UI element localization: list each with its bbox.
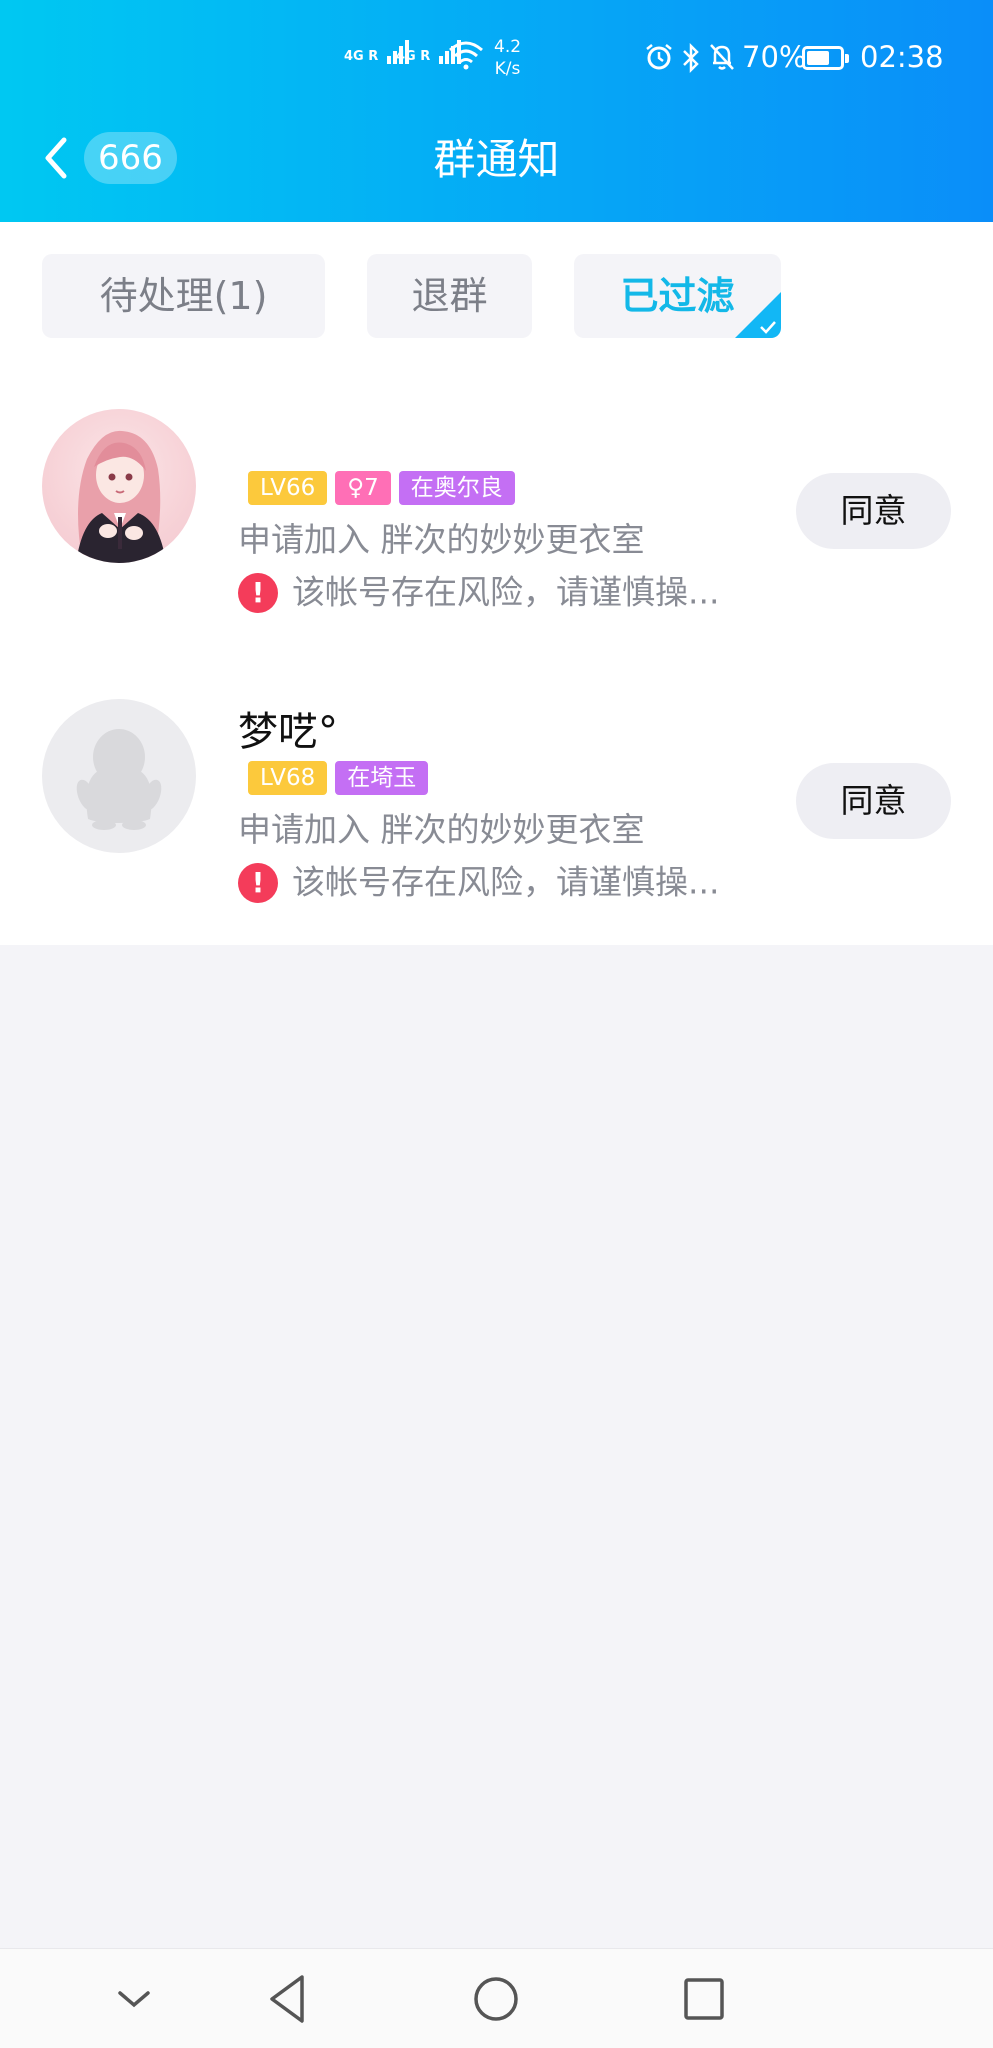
tab-pending-label: 待处理(1) (99, 274, 268, 318)
battery-icon (802, 46, 849, 70)
warning-exclamation-icon: ! (238, 862, 278, 903)
bluetooth-icon (683, 42, 699, 74)
risk-warning: ! 该帐号存在风险，请谨慎操... (238, 859, 719, 903)
gender-age-tag: ♀7 (335, 471, 391, 505)
requester-name: 梦呓° (238, 709, 338, 755)
request-list: LV66 ♀7 在奥尔良 申请加入 胖次的妙妙更衣室 ! 该帐号存在风险，请谨慎操..… (0, 367, 993, 945)
risk-warning-text: 该帐号存在风险，请谨慎操... (292, 572, 720, 612)
status-bar: 4G R 4G R 4.2 K/s 70% 02:38 (0, 0, 993, 116)
list-item[interactable]: 梦呓° LV68 在埼玉 申请加入 胖次的妙妙更衣室 ! 该帐号存在风险，请谨慎操.… (0, 657, 993, 947)
wifi-icon (449, 41, 483, 70)
location-tag: 在埼玉 (335, 761, 429, 795)
female-icon: ♀ (347, 475, 365, 501)
risk-warning: ! 该帐号存在风险，请谨慎操... (238, 569, 719, 613)
tag-row: LV68 在埼玉 (248, 761, 436, 795)
mute-bell-icon (710, 44, 734, 70)
net-speed-unit: K/s (494, 59, 521, 79)
battery-percent: 70% (742, 40, 807, 74)
tab-left-group-label: 退群 (411, 274, 488, 318)
header-bar: 4G R 4G R 4.2 K/s 70% 02:38 666 群通知 (0, 0, 993, 222)
agree-button[interactable]: 同意 (796, 473, 951, 549)
list-item[interactable]: LV66 ♀7 在奥尔良 申请加入 胖次的妙妙更衣室 ! 该帐号存在风险，请谨慎操..… (0, 367, 993, 657)
apply-text: 申请加入 胖次的妙妙更衣室 (238, 810, 645, 849)
net-speed: 4.2 K/s (494, 36, 521, 80)
tab-left-group[interactable]: 退群 (367, 254, 532, 338)
signal-1-label: 4G R (344, 49, 379, 64)
default-penguin-avatar-icon (76, 729, 162, 830)
avatar[interactable] (42, 409, 196, 563)
hide-chevron-icon[interactable] (114, 1971, 154, 2027)
level-tag: LV68 (248, 761, 328, 795)
apply-text: 申请加入 胖次的妙妙更衣室 (238, 520, 645, 559)
clock: 02:38 (860, 40, 944, 74)
battery-level-fill (807, 51, 830, 65)
risk-warning-text: 该帐号存在风险，请谨慎操... (292, 862, 720, 902)
system-nav-bar (0, 1948, 993, 2048)
level-tag: LV66 (248, 471, 328, 505)
home-circle-icon[interactable] (470, 1971, 522, 2027)
page-title: 群通知 (433, 135, 560, 184)
tab-filtered[interactable]: 已过滤 (574, 254, 781, 338)
recents-square-icon[interactable] (680, 1971, 728, 2027)
agree-button[interactable]: 同意 (796, 763, 951, 839)
warning-exclamation-icon: ! (238, 572, 278, 613)
back-triangle-icon[interactable] (264, 1971, 312, 2027)
tab-filtered-label: 已过滤 (620, 274, 735, 318)
age-value: 7 (364, 475, 379, 501)
tag-row: LV66 ♀7 在奥尔良 (248, 471, 523, 505)
location-tag: 在奥尔良 (398, 471, 515, 505)
anime-girl-avatar-icon (76, 430, 166, 563)
filter-tabs: 待处理(1) 退群 已过滤 (0, 222, 993, 367)
alarm-icon (646, 44, 672, 70)
avatar[interactable] (42, 699, 196, 853)
check-icon (760, 321, 776, 334)
tab-pending[interactable]: 待处理(1) (42, 254, 325, 338)
signal-2-label: 4G R (396, 49, 431, 64)
net-speed-value: 4.2 (494, 37, 522, 57)
